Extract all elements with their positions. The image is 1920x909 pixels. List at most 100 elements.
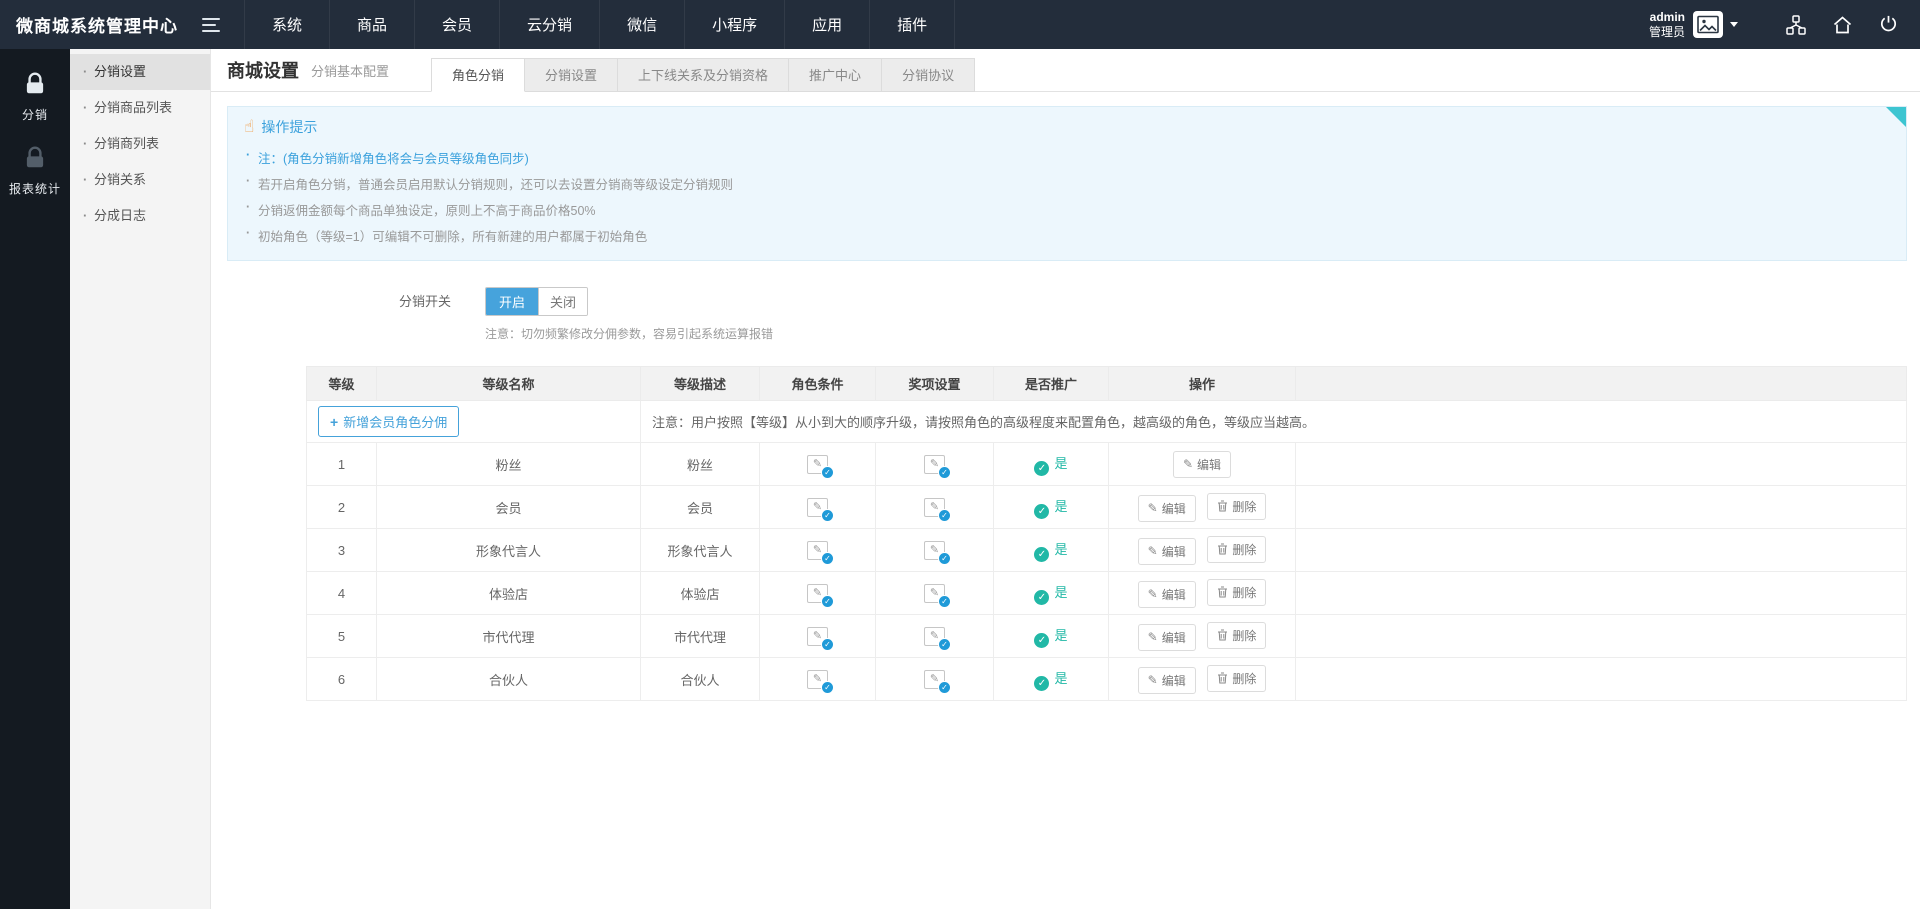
table-row: 3 形象代言人 形象代言人 ✎ ✓ ✎ ✓ ✓ 是 ✎ 编辑 删除: [306, 528, 1907, 572]
col-header-role-condition: 角色条件: [759, 366, 876, 401]
rail-item-report-statistics[interactable]: 报表统计: [0, 135, 70, 209]
delete-button[interactable]: 删除: [1207, 492, 1267, 520]
col-header-reward-settings: 奖项设置: [875, 366, 994, 401]
table-row: 1 粉丝 粉丝 ✎ ✓ ✎ ✓ ✓ 是 ✎ 编辑: [306, 442, 1907, 486]
top-nav-item-plugins[interactable]: 插件: [869, 0, 956, 49]
sidebar-item-distribution-relations[interactable]: 分销关系: [70, 162, 210, 198]
tips-title: ☝ 操作提示: [228, 117, 1882, 137]
edit-button[interactable]: ✎ 编辑: [1137, 666, 1196, 694]
tab-role-distribution[interactable]: 角色分销: [431, 58, 526, 92]
sidebar-item-distributor-list[interactable]: 分销商列表: [70, 126, 210, 162]
add-member-role-label: 新增会员角色分佣: [343, 415, 448, 430]
check-badge-icon: ✓: [821, 637, 834, 651]
menu-toggle-icon[interactable]: [202, 17, 220, 32]
tab-promotion-center[interactable]: 推广中心: [789, 58, 883, 92]
reward-settings-edit-icon[interactable]: ✎ ✓: [924, 583, 951, 608]
edit-button[interactable]: ✎ 编辑: [1137, 580, 1196, 608]
rail-item-label: 分销: [21, 108, 48, 122]
level-name-cell: 合伙人: [376, 657, 641, 701]
promote-value: 是: [1054, 541, 1068, 557]
delete-button-label: 删除: [1232, 671, 1257, 686]
rail-item-distribution[interactable]: 分销: [0, 61, 70, 135]
top-nav-item-apps[interactable]: 应用: [784, 0, 869, 49]
level-cell: 2: [306, 485, 377, 529]
edit-button-label: 编辑: [1161, 630, 1186, 645]
topbar-right: admin 管理员: [1649, 10, 1920, 40]
top-nav-item-wechat[interactable]: 微信: [599, 0, 684, 49]
reward-settings-edit-icon[interactable]: ✎ ✓: [924, 540, 951, 565]
plus-icon: +: [330, 413, 339, 430]
reward-settings-edit-icon[interactable]: ✎ ✓: [924, 669, 951, 694]
reward-settings-edit-icon[interactable]: ✎ ✓: [924, 626, 951, 651]
switch-on-button[interactable]: 开启: [486, 288, 539, 315]
level-cell: 1: [306, 442, 377, 486]
role-condition-edit-icon[interactable]: ✎ ✓: [807, 669, 834, 694]
filler-cell: [1295, 571, 1907, 615]
edit-button[interactable]: ✎ 编辑: [1172, 450, 1232, 478]
promote-cell: ✓ 是: [993, 657, 1109, 701]
tab-upline-downline-qualification[interactable]: 上下线关系及分销资格: [618, 58, 790, 92]
level-desc-cell: 形象代言人: [640, 528, 760, 572]
top-nav-item-members[interactable]: 会员: [414, 0, 499, 49]
promote-cell: ✓ 是: [993, 571, 1109, 615]
role-condition-edit-icon[interactable]: ✎ ✓: [807, 454, 834, 479]
distribution-switch-col: 开启 关闭 注意：切勿频繁修改分佣参数，容易引起系统运算报错: [485, 287, 773, 342]
level-desc-cell: 体验店: [640, 571, 760, 615]
delete-button-label: 删除: [1232, 499, 1257, 514]
reward-settings-edit-icon[interactable]: ✎ ✓: [924, 454, 951, 479]
pencil-icon: ✎: [1147, 630, 1158, 644]
add-role-cell: + 新增会员角色分佣: [306, 400, 641, 443]
check-badge-icon: ✓: [821, 465, 834, 479]
check-badge-icon: ✓: [821, 594, 834, 608]
share-nodes-icon[interactable]: [1784, 13, 1808, 37]
switch-note: 注意：切勿频繁修改分佣参数，容易引起系统运算报错: [485, 327, 774, 341]
col-header-level-desc: 等级描述: [640, 366, 760, 401]
level-name-cell: 会员: [376, 485, 641, 529]
delete-button[interactable]: 删除: [1207, 578, 1267, 606]
avatar[interactable]: [1693, 11, 1723, 38]
role-condition-edit-icon[interactable]: ✎ ✓: [807, 497, 834, 522]
sidebar-item-distribution-settings[interactable]: 分销设置: [70, 54, 210, 90]
role-condition-edit-icon[interactable]: ✎ ✓: [807, 583, 834, 608]
top-nav-item-cloud-distribution[interactable]: 云分销: [499, 0, 599, 49]
chevron-down-icon[interactable]: [1730, 22, 1738, 27]
sidebar-item-commission-log[interactable]: 分成日志: [70, 198, 210, 234]
distribution-switch-label: 分销开关: [399, 294, 452, 309]
sidebar-item-distribution-goods-list[interactable]: 分销商品列表: [70, 90, 210, 126]
edit-button[interactable]: ✎ 编辑: [1137, 494, 1196, 522]
edit-button-label: 编辑: [1197, 457, 1222, 472]
delete-button[interactable]: 删除: [1207, 621, 1267, 649]
reward-settings-cell: ✎ ✓: [875, 442, 994, 486]
reward-settings-cell: ✎ ✓: [875, 614, 994, 658]
delete-button[interactable]: 删除: [1207, 664, 1267, 692]
actions-cell: ✎ 编辑 删除: [1108, 528, 1296, 572]
page-subtitle: 分销基本配置: [311, 63, 390, 79]
tabs: 角色分销 分销设置 上下线关系及分销资格 推广中心 分销协议: [431, 58, 976, 92]
actions-cell: ✎ 编辑 删除: [1108, 485, 1296, 529]
corner-fold-icon[interactable]: [1886, 107, 1906, 127]
home-icon[interactable]: [1830, 13, 1854, 37]
edit-button[interactable]: ✎ 编辑: [1137, 623, 1196, 651]
power-icon[interactable]: [1876, 13, 1900, 37]
tab-distribution-agreement[interactable]: 分销协议: [882, 58, 976, 92]
top-nav-item-miniprogram[interactable]: 小程序: [684, 0, 784, 49]
tab-distribution-settings[interactable]: 分销设置: [525, 58, 619, 92]
role-condition-edit-icon[interactable]: ✎ ✓: [807, 626, 834, 651]
top-nav-item-goods[interactable]: 商品: [329, 0, 414, 49]
role-condition-edit-icon[interactable]: ✎ ✓: [807, 540, 834, 565]
delete-button-label: 删除: [1232, 542, 1257, 557]
delete-button[interactable]: 删除: [1207, 535, 1267, 563]
pencil-icon: ✎: [1147, 544, 1158, 558]
user-info[interactable]: admin 管理员: [1649, 10, 1685, 40]
reward-settings-cell: ✎ ✓: [875, 485, 994, 529]
top-nav-item-system[interactable]: 系统: [244, 0, 329, 49]
main-content: 商城设置 分销基本配置 角色分销 分销设置 上下线关系及分销资格 推广中心 分销…: [211, 49, 1920, 909]
level-cell: 5: [306, 614, 377, 658]
check-badge-icon: ✓: [821, 680, 834, 694]
add-member-role-button[interactable]: + 新增会员角色分佣: [318, 406, 460, 437]
reward-settings-edit-icon[interactable]: ✎ ✓: [924, 497, 951, 522]
edit-button[interactable]: ✎ 编辑: [1137, 537, 1196, 565]
switch-off-button[interactable]: 关闭: [538, 288, 588, 315]
actions-cell: ✎ 编辑: [1108, 442, 1296, 486]
app-logo[interactable]: 微商城系统管理中心: [0, 12, 192, 37]
